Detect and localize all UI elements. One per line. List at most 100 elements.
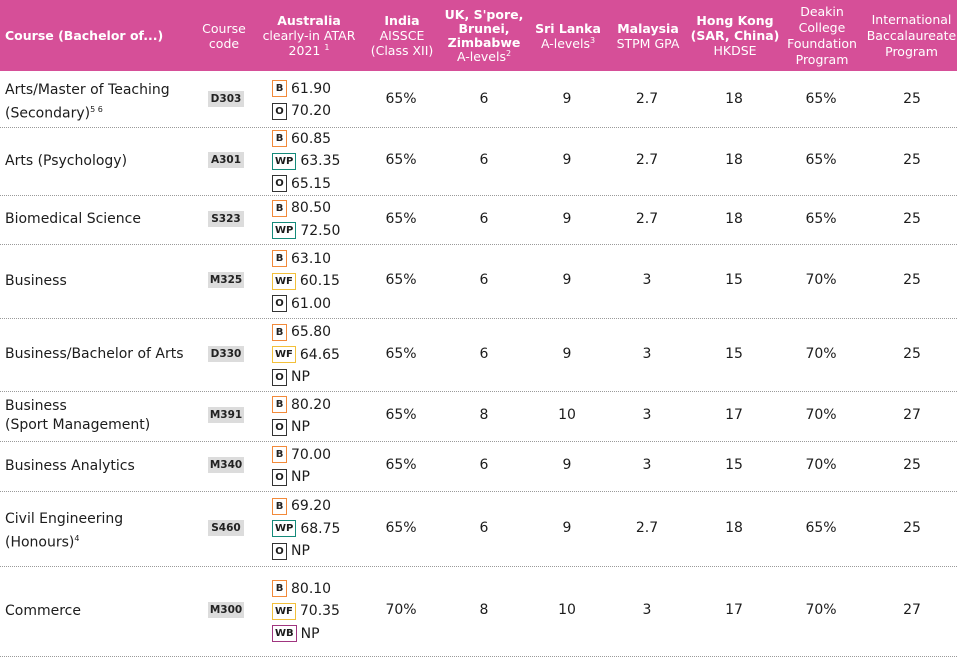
- atar-score-line: WP 63.35: [272, 150, 340, 173]
- atar-category-badge: O: [272, 468, 287, 486]
- score-my: 3: [642, 602, 652, 618]
- table-row: Business/Bachelor of Arts D330 B 65.80 WF 64.…: [0, 318, 957, 392]
- atar-score-value: 65.80: [291, 324, 332, 340]
- header-course-label: Course (Bachelor of...): [5, 28, 164, 43]
- atar-category-badge: WP: [272, 520, 297, 537]
- score-india: 65%: [385, 457, 417, 473]
- header-deakin-l2: College: [798, 19, 846, 35]
- atar-scores: B 63.10 WF 60.15 O 61.00: [272, 247, 340, 315]
- atar-score-line: O 61.00: [272, 292, 340, 315]
- atar-score-value: 80.20: [291, 396, 332, 413]
- score-dc: 65%: [805, 519, 837, 536]
- atar-score-line: B 80.50: [272, 197, 340, 220]
- header-malaysia: Malaysia STPM GPA: [608, 0, 688, 71]
- atar-score-line: WF 60.15: [272, 270, 340, 293]
- atar-score-line: B 61.90: [272, 78, 331, 101]
- atar-score-value: 63.10: [291, 250, 332, 267]
- score-uk: 8: [479, 407, 489, 423]
- atar-score-line: B 69.20: [272, 495, 340, 518]
- course-name-line1: Commerce: [5, 602, 81, 619]
- atar-score-value: NP: [291, 369, 310, 385]
- score-ib: 27: [903, 407, 921, 423]
- score-hk: 18: [725, 210, 743, 227]
- course-name: Business Analytics: [5, 457, 135, 476]
- table-row: Commerce M300 B 80.10 WF 70.35 WB NP 70% 8 10 3 17 70…: [0, 566, 957, 657]
- course-name-line1: Business: [5, 398, 67, 414]
- header-ib-l3: Program: [885, 43, 938, 59]
- course-code-badge: M300: [208, 602, 244, 618]
- course-name: Business/Bachelor of Arts: [5, 345, 184, 364]
- atar-score-line: WP 68.75: [272, 517, 340, 540]
- header-deakin-l3: Foundation: [787, 35, 857, 51]
- atar-category-badge: WP: [272, 222, 297, 240]
- score-uk: 6: [479, 272, 489, 288]
- score-hk: 15: [725, 457, 743, 473]
- score-hk: 17: [725, 407, 743, 423]
- score-uk: 6: [479, 91, 489, 107]
- score-sl: 9: [562, 272, 572, 288]
- score-ib: 25: [903, 152, 921, 168]
- score-ib: 25: [903, 519, 921, 536]
- score-dc: 65%: [805, 152, 837, 168]
- atar-score-value: 65.15: [291, 175, 332, 192]
- score-ib: 25: [903, 457, 921, 473]
- header-ib-l1: International: [871, 11, 952, 27]
- score-ib: 25: [903, 345, 921, 362]
- atar-scores: B 61.90 O 70.20: [272, 78, 331, 123]
- score-sl: 9: [562, 457, 572, 473]
- score-my: 3: [642, 345, 652, 362]
- header-india-sub1: AISSCE: [379, 28, 425, 43]
- course-name-line2-text: (Sport Management): [5, 417, 151, 433]
- table-header: Course (Bachelor of...) Course code Aust…: [0, 0, 957, 71]
- score-sl: 9: [562, 519, 572, 536]
- course-code-badge: M340: [208, 457, 244, 473]
- course-name: Business: [5, 272, 67, 291]
- score-sl: 9: [562, 91, 572, 107]
- header-uk-title2: Brunei,: [458, 20, 510, 36]
- atar-score-line: B 65.80: [272, 321, 340, 344]
- atar-scores: B 60.85 WP 63.35 O 65.15: [272, 127, 340, 195]
- course-name-line2-text: (Honours): [5, 534, 75, 551]
- atar-score-value: 63.35: [300, 153, 341, 169]
- atar-category-badge: O: [272, 295, 287, 312]
- header-code: Course code: [196, 0, 252, 71]
- atar-score-line: O NP: [272, 366, 340, 389]
- header-code-line1: Course: [202, 20, 246, 36]
- header-srilanka-sub: A-levels3: [540, 35, 596, 51]
- course-name-line1: Arts (Psychology): [5, 152, 128, 169]
- atar-category-badge: B: [272, 323, 287, 341]
- score-dc: 70%: [805, 407, 837, 423]
- course-name: Biomedical Science: [5, 210, 141, 229]
- course-code-badge: M391: [208, 407, 244, 423]
- score-ib: 25: [903, 91, 921, 107]
- score-dc: 70%: [805, 345, 837, 362]
- atar-scores: B 80.10 WF 70.35 WB NP: [272, 577, 340, 645]
- header-india: India AISSCE (Class XII): [362, 0, 442, 71]
- atar-category-badge: B: [272, 446, 287, 464]
- course-name-line1: Business: [5, 272, 67, 289]
- atar-score-value: 61.90: [291, 80, 332, 97]
- score-hk: 15: [725, 272, 743, 288]
- course-name-line1: Business/Bachelor of Arts: [5, 346, 184, 362]
- score-dc: 70%: [805, 602, 837, 618]
- course-code-badge: S460: [208, 519, 244, 536]
- table-row: Business (Sport Management) M391 B 80.20 O NP 6…: [0, 391, 957, 442]
- atar-scores: B 80.50 WP 72.50: [272, 197, 340, 242]
- header-australia-title: Australia: [277, 13, 341, 28]
- atar-category-badge: O: [272, 542, 287, 560]
- atar-score-line: WF 70.35: [272, 600, 340, 623]
- atar-category-badge: B: [272, 199, 287, 217]
- header-india-sub2: (Class XII): [370, 43, 434, 58]
- header-uk-title1: UK, S'pore,: [444, 6, 524, 22]
- score-my: 3: [642, 407, 652, 423]
- atar-score-line: B 70.00: [272, 444, 331, 467]
- header-ib: International Baccalaureate Program: [866, 0, 957, 71]
- course-footnote: 5 6: [90, 105, 103, 114]
- atar-score-line: O NP: [272, 466, 331, 489]
- score-sl: 10: [558, 407, 576, 423]
- atar-score-value: 69.20: [291, 498, 332, 514]
- score-my: 2.7: [635, 91, 659, 107]
- header-hongkong-title1: Hong Kong: [696, 13, 774, 28]
- course-code-badge: D330: [208, 345, 244, 362]
- score-dc: 70%: [805, 457, 837, 473]
